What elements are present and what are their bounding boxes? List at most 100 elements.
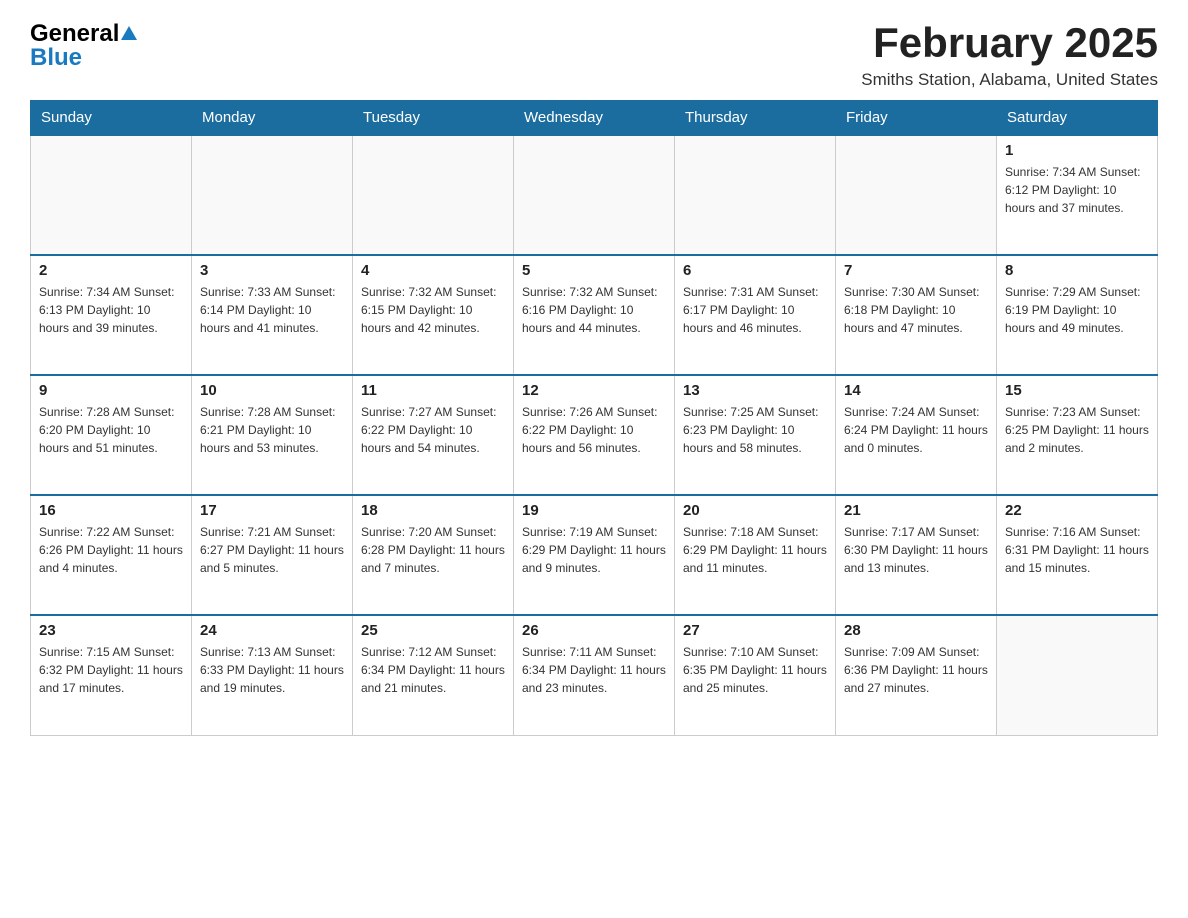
day-number: 27 xyxy=(683,622,827,639)
month-title: February 2025 xyxy=(861,20,1158,66)
day-info: Sunrise: 7:29 AM Sunset: 6:19 PM Dayligh… xyxy=(1005,283,1149,337)
day-number: 25 xyxy=(361,622,505,639)
day-info: Sunrise: 7:09 AM Sunset: 6:36 PM Dayligh… xyxy=(844,643,988,697)
day-number: 15 xyxy=(1005,382,1149,399)
calendar-cell xyxy=(31,135,192,255)
logo: General Blue xyxy=(30,20,137,72)
day-info: Sunrise: 7:32 AM Sunset: 6:15 PM Dayligh… xyxy=(361,283,505,337)
logo-line2: Blue xyxy=(30,44,82,72)
day-info: Sunrise: 7:11 AM Sunset: 6:34 PM Dayligh… xyxy=(522,643,666,697)
day-info: Sunrise: 7:26 AM Sunset: 6:22 PM Dayligh… xyxy=(522,403,666,457)
calendar-cell xyxy=(836,135,997,255)
calendar-cell: 12Sunrise: 7:26 AM Sunset: 6:22 PM Dayli… xyxy=(514,375,675,495)
calendar-cell: 22 Sunrise: 7:16 AM Sunset: 6:31 PM Dayli… xyxy=(997,495,1158,615)
day-number: 20 xyxy=(683,502,827,519)
calendar-cell: 10Sunrise: 7:28 AM Sunset: 6:21 PM Dayli… xyxy=(192,375,353,495)
day-number: 22 xyxy=(1005,502,1149,519)
calendar-cell: 5 Sunrise: 7:32 AM Sunset: 6:16 PM Daylig… xyxy=(514,255,675,375)
day-number: 13 xyxy=(683,382,827,399)
week-row-4: 16 Sunrise: 7:22 AM Sunset: 6:26 PM Dayli… xyxy=(31,495,1158,615)
location-subtitle: Smiths Station, Alabama, United States xyxy=(861,70,1158,90)
day-info: Sunrise: 7:33 AM Sunset: 6:14 PM Dayligh… xyxy=(200,283,344,337)
calendar-cell: 17 Sunrise: 7:21 AM Sunset: 6:27 PM Dayli… xyxy=(192,495,353,615)
day-number: 24 xyxy=(200,622,344,639)
day-number: 14 xyxy=(844,382,988,399)
day-number: 9 xyxy=(39,382,183,399)
day-info: Sunrise: 7:28 AM Sunset: 6:20 PM Dayligh… xyxy=(39,403,183,457)
day-info: Sunrise: 7:25 AM Sunset: 6:23 PM Dayligh… xyxy=(683,403,827,457)
day-info: Sunrise: 7:12 AM Sunset: 6:34 PM Dayligh… xyxy=(361,643,505,697)
day-number: 4 xyxy=(361,262,505,279)
calendar-cell xyxy=(192,135,353,255)
day-number: 11 xyxy=(361,382,505,399)
day-info: Sunrise: 7:10 AM Sunset: 6:35 PM Dayligh… xyxy=(683,643,827,697)
day-info: Sunrise: 7:22 AM Sunset: 6:26 PM Dayligh… xyxy=(39,523,183,577)
day-info: Sunrise: 7:34 AM Sunset: 6:12 PM Dayligh… xyxy=(1005,163,1149,217)
week-row-1: 1 Sunrise: 7:34 AM Sunset: 6:12 PM Daylig… xyxy=(31,135,1158,255)
week-row-2: 2 Sunrise: 7:34 AM Sunset: 6:13 PM Daylig… xyxy=(31,255,1158,375)
day-number: 28 xyxy=(844,622,988,639)
weekday-header-monday: Monday xyxy=(192,101,353,136)
title-block: February 2025 Smiths Station, Alabama, U… xyxy=(861,20,1158,90)
calendar-cell: 13 Sunrise: 7:25 AM Sunset: 6:23 PM Dayli… xyxy=(675,375,836,495)
calendar-cell: 20 Sunrise: 7:18 AM Sunset: 6:29 PM Dayli… xyxy=(675,495,836,615)
day-info: Sunrise: 7:23 AM Sunset: 6:25 PM Dayligh… xyxy=(1005,403,1149,457)
calendar-cell: 24 Sunrise: 7:13 AM Sunset: 6:33 PM Dayli… xyxy=(192,615,353,735)
calendar-cell: 28 Sunrise: 7:09 AM Sunset: 6:36 PM Dayli… xyxy=(836,615,997,735)
day-info: Sunrise: 7:20 AM Sunset: 6:28 PM Dayligh… xyxy=(361,523,505,577)
calendar-cell: 21 Sunrise: 7:17 AM Sunset: 6:30 PM Dayli… xyxy=(836,495,997,615)
calendar-cell: 2 Sunrise: 7:34 AM Sunset: 6:13 PM Daylig… xyxy=(31,255,192,375)
day-number: 3 xyxy=(200,262,344,279)
day-info: Sunrise: 7:15 AM Sunset: 6:32 PM Dayligh… xyxy=(39,643,183,697)
calendar-cell xyxy=(675,135,836,255)
day-info: Sunrise: 7:27 AM Sunset: 6:22 PM Dayligh… xyxy=(361,403,505,457)
day-info: Sunrise: 7:16 AM Sunset: 6:31 PM Dayligh… xyxy=(1005,523,1149,577)
day-number: 2 xyxy=(39,262,183,279)
calendar-cell: 18 Sunrise: 7:20 AM Sunset: 6:28 PM Dayli… xyxy=(353,495,514,615)
day-info: Sunrise: 7:17 AM Sunset: 6:30 PM Dayligh… xyxy=(844,523,988,577)
calendar-cell xyxy=(997,615,1158,735)
page-header: General Blue February 2025 Smiths Statio… xyxy=(30,20,1158,90)
day-info: Sunrise: 7:30 AM Sunset: 6:18 PM Dayligh… xyxy=(844,283,988,337)
day-number: 8 xyxy=(1005,262,1149,279)
calendar-cell: 27 Sunrise: 7:10 AM Sunset: 6:35 PM Dayli… xyxy=(675,615,836,735)
calendar-cell: 7 Sunrise: 7:30 AM Sunset: 6:18 PM Daylig… xyxy=(836,255,997,375)
day-number: 19 xyxy=(522,502,666,519)
day-info: Sunrise: 7:19 AM Sunset: 6:29 PM Dayligh… xyxy=(522,523,666,577)
calendar-cell: 14 Sunrise: 7:24 AM Sunset: 6:24 PM Dayli… xyxy=(836,375,997,495)
day-info: Sunrise: 7:13 AM Sunset: 6:33 PM Dayligh… xyxy=(200,643,344,697)
day-number: 18 xyxy=(361,502,505,519)
day-number: 5 xyxy=(522,262,666,279)
day-info: Sunrise: 7:21 AM Sunset: 6:27 PM Dayligh… xyxy=(200,523,344,577)
calendar-cell: 26 Sunrise: 7:11 AM Sunset: 6:34 PM Dayli… xyxy=(514,615,675,735)
calendar-cell: 11 Sunrise: 7:27 AM Sunset: 6:22 PM Dayli… xyxy=(353,375,514,495)
calendar-cell: 4 Sunrise: 7:32 AM Sunset: 6:15 PM Daylig… xyxy=(353,255,514,375)
weekday-header-wednesday: Wednesday xyxy=(514,101,675,136)
day-info: Sunrise: 7:28 AM Sunset: 6:21 PM Dayligh… xyxy=(200,403,344,457)
calendar-cell xyxy=(514,135,675,255)
day-number: 26 xyxy=(522,622,666,639)
day-number: 21 xyxy=(844,502,988,519)
calendar-table: SundayMondayTuesdayWednesdayThursdayFrid… xyxy=(30,100,1158,736)
weekday-header-tuesday: Tuesday xyxy=(353,101,514,136)
calendar-cell: 9 Sunrise: 7:28 AM Sunset: 6:20 PM Daylig… xyxy=(31,375,192,495)
day-number: 16 xyxy=(39,502,183,519)
calendar-cell: 6 Sunrise: 7:31 AM Sunset: 6:17 PM Daylig… xyxy=(675,255,836,375)
day-info: Sunrise: 7:24 AM Sunset: 6:24 PM Dayligh… xyxy=(844,403,988,457)
calendar-cell: 19 Sunrise: 7:19 AM Sunset: 6:29 PM Dayli… xyxy=(514,495,675,615)
week-row-3: 9 Sunrise: 7:28 AM Sunset: 6:20 PM Daylig… xyxy=(31,375,1158,495)
day-number: 7 xyxy=(844,262,988,279)
day-info: Sunrise: 7:32 AM Sunset: 6:16 PM Dayligh… xyxy=(522,283,666,337)
day-number: 6 xyxy=(683,262,827,279)
day-info: Sunrise: 7:18 AM Sunset: 6:29 PM Dayligh… xyxy=(683,523,827,577)
weekday-header-sunday: Sunday xyxy=(31,101,192,136)
weekday-header-row: SundayMondayTuesdayWednesdayThursdayFrid… xyxy=(31,101,1158,136)
day-number: 17 xyxy=(200,502,344,519)
day-number: 1 xyxy=(1005,142,1149,159)
day-info: Sunrise: 7:34 AM Sunset: 6:13 PM Dayligh… xyxy=(39,283,183,337)
calendar-cell: 23Sunrise: 7:15 AM Sunset: 6:32 PM Dayli… xyxy=(31,615,192,735)
calendar-cell: 16 Sunrise: 7:22 AM Sunset: 6:26 PM Dayli… xyxy=(31,495,192,615)
day-info: Sunrise: 7:31 AM Sunset: 6:17 PM Dayligh… xyxy=(683,283,827,337)
weekday-header-saturday: Saturday xyxy=(997,101,1158,136)
weekday-header-thursday: Thursday xyxy=(675,101,836,136)
